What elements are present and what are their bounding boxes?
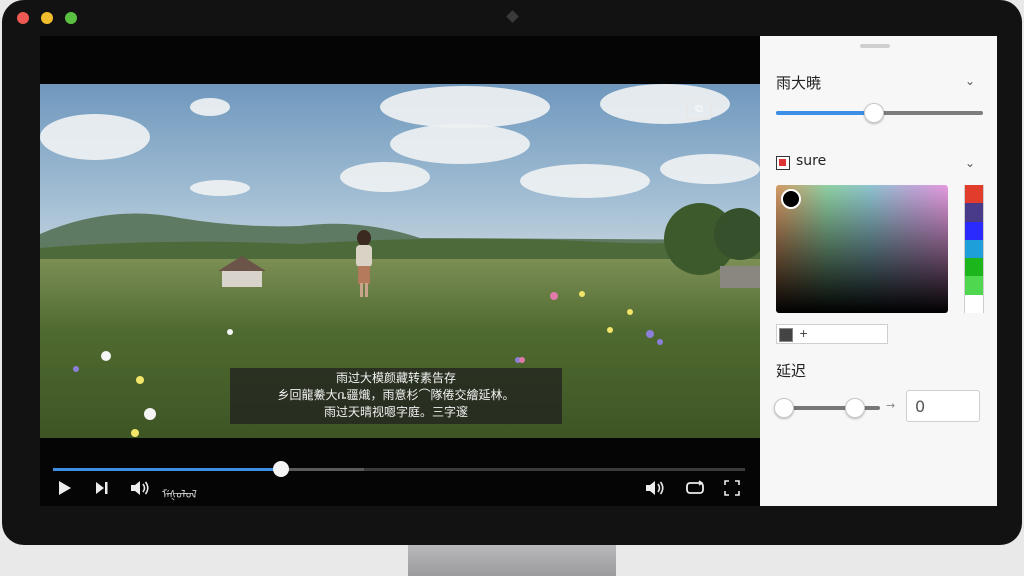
size-section-title: 雨大暁 <box>776 74 822 92</box>
hex-color-input[interactable]: + <box>776 324 888 344</box>
play-icon <box>59 481 71 495</box>
subtitle-line: 雨过天晴视嗯字庭。三字邃 <box>323 405 468 419</box>
delay-slider-start-handle[interactable] <box>774 398 794 418</box>
color-picker-plane[interactable] <box>776 185 948 313</box>
monitor-bezel: ⧉ 雨过大模颜藏转素告存 乡回龍鯗大ቤ疆熾，雨意杉⌒隊倦交繪延林。 雨过天晴视嗯… <box>2 0 1022 545</box>
screen: ⧉ 雨过大模颜藏转素告存 乡回龍鯗大ቤ疆熾，雨意杉⌒隊倦交繪延林。 雨过天晴视嗯… <box>40 36 997 506</box>
volume-icon <box>646 481 664 495</box>
progress-handle[interactable] <box>273 461 290 477</box>
minimize-window-button[interactable] <box>41 12 53 24</box>
volume-icon <box>131 481 149 495</box>
hex-color-value: + <box>799 327 809 340</box>
video-frame[interactable]: ⧉ 雨过大模颜藏转素告存 乡回龍鯗大ቤ疆熾，雨意杉⌒隊倦交繪延林。 雨过天晴视嗯… <box>40 84 760 438</box>
color-picker-cursor[interactable] <box>781 189 801 209</box>
color-swatch[interactable] <box>964 185 984 204</box>
color-swatch[interactable] <box>964 294 984 313</box>
delay-value-input[interactable]: 0 <box>906 390 980 422</box>
progress-played <box>53 468 282 471</box>
play-button[interactable] <box>58 480 72 496</box>
size-slider-fill <box>776 111 874 115</box>
color-swatch[interactable] <box>964 221 984 240</box>
subtitle-settings-panel: 雨大暁 ⌄ sure ⌄ + 延迟 → 0 <box>760 36 997 506</box>
time-display: ᠮᡝᡧᠣᠯᠣᠯ <box>162 488 197 501</box>
monitor-stand <box>408 540 616 576</box>
delay-section-title: 延迟 <box>776 362 807 380</box>
panel-grabber[interactable] <box>860 44 890 48</box>
skip-next-icon <box>96 482 108 494</box>
progress-buffered <box>281 468 365 471</box>
loop-button[interactable] <box>685 480 705 496</box>
chevron-down-icon[interactable]: ⌄ <box>965 156 975 170</box>
delay-slider[interactable] <box>774 398 880 418</box>
size-slider[interactable] <box>776 103 983 123</box>
volume-button[interactable] <box>130 480 150 496</box>
color-swatch[interactable] <box>964 276 984 295</box>
chevron-down-icon[interactable]: ⌄ <box>965 74 975 88</box>
progress-bar[interactable] <box>53 461 745 477</box>
delay-slider-end-handle[interactable] <box>844 398 865 418</box>
subtitle-box: 雨过大模颜藏转素告存 乡回龍鯗大ቤ疆熾，雨意杉⌒隊倦交繪延林。 雨过天晴视嗯字庭… <box>230 368 562 424</box>
camera-icon <box>506 10 519 23</box>
next-button[interactable] <box>95 480 109 496</box>
close-window-button[interactable] <box>17 12 29 24</box>
maximize-window-button[interactable] <box>65 12 77 24</box>
subtitle-line: 乡回龍鯗大ቤ疆熾，雨意杉⌒隊倦交繪延林。 <box>277 388 515 402</box>
color-swatch[interactable] <box>964 239 984 259</box>
color-swatch[interactable] <box>964 203 984 222</box>
loop-icon <box>686 480 704 494</box>
current-color-icon <box>779 328 793 342</box>
video-player: ⧉ 雨过大模颜藏转素告存 乡回龍鯗大ቤ疆熾，雨意杉⌒隊倦交繪延林。 雨过天晴视嗯… <box>40 36 760 506</box>
subtitle-line: 雨过大模颜藏转素告存 <box>335 371 456 385</box>
picture-in-picture-icon[interactable]: ⧉ <box>686 98 712 120</box>
fullscreen-button[interactable] <box>724 480 740 496</box>
color-swatch-icon <box>776 156 790 170</box>
arrow-right-icon: → <box>886 399 896 412</box>
color-section-title: sure <box>796 153 827 169</box>
color-swatch[interactable] <box>964 258 984 277</box>
fullscreen-icon <box>724 480 740 496</box>
volume-right-button[interactable] <box>645 480 665 496</box>
size-slider-handle[interactable] <box>864 103 885 123</box>
